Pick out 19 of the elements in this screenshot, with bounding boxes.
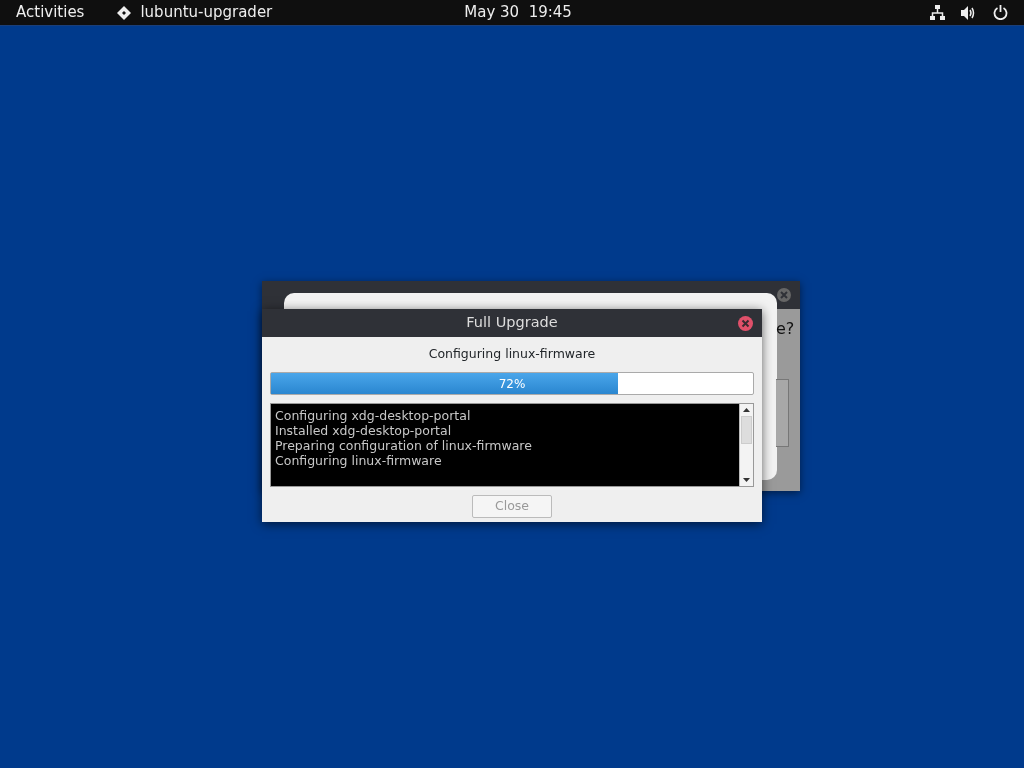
progress-text: 72% <box>498 375 526 393</box>
panel-edge <box>776 379 789 447</box>
network-icon[interactable] <box>930 5 945 20</box>
clock[interactable]: May 30 19:45 <box>464 1 572 24</box>
log-line: Preparing configuration of linux-firmware <box>275 437 533 453</box>
dialog-text: e? <box>776 318 795 340</box>
status-text: Configuring linux-firmware <box>427 345 597 363</box>
close-icon[interactable] <box>738 316 753 331</box>
power-icon[interactable] <box>993 5 1008 20</box>
app-icon <box>116 4 133 21</box>
app-menu[interactable]: lubuntu-upgrader <box>140 1 273 24</box>
window-title: Full Upgrade <box>466 313 558 333</box>
scroll-thumb[interactable] <box>741 415 752 444</box>
volume-icon[interactable] <box>961 5 977 20</box>
activities-button[interactable]: Activities <box>16 1 85 24</box>
log-line: Configuring linux-firmware <box>275 452 443 468</box>
log-line: Configuring xdg-desktop-portal <box>275 407 472 423</box>
log-line: Installed xdg-desktop-portal <box>275 422 452 438</box>
scrollbar[interactable] <box>739 403 753 486</box>
